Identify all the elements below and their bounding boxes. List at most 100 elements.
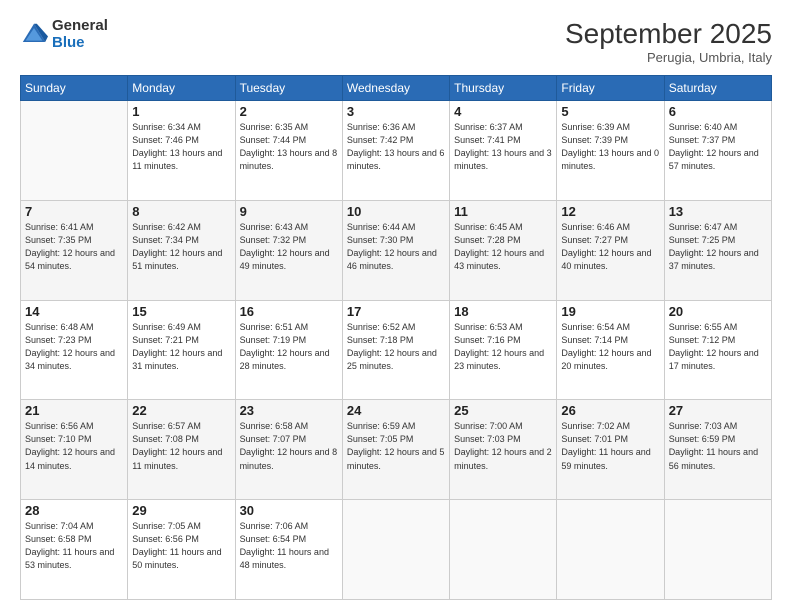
day-number: 17 <box>347 304 445 319</box>
table-row: 3 Sunrise: 6:36 AM Sunset: 7:42 PM Daylig… <box>342 101 449 201</box>
day-content: Sunrise: 6:52 AM Sunset: 7:18 PM Dayligh… <box>347 321 445 373</box>
col-monday: Monday <box>128 76 235 101</box>
day-number: 9 <box>240 204 338 219</box>
day-number: 15 <box>132 304 230 319</box>
day-number: 20 <box>669 304 767 319</box>
day-content: Sunrise: 6:51 AM Sunset: 7:19 PM Dayligh… <box>240 321 338 373</box>
day-number: 14 <box>25 304 123 319</box>
day-content: Sunrise: 6:36 AM Sunset: 7:42 PM Dayligh… <box>347 121 445 173</box>
table-row: 13 Sunrise: 6:47 AM Sunset: 7:25 PM Dayli… <box>664 200 771 300</box>
day-number: 2 <box>240 104 338 119</box>
calendar-week-row: 28 Sunrise: 7:04 AM Sunset: 6:58 PM Dayli… <box>21 500 772 600</box>
logo: General Blue <box>20 18 108 51</box>
table-row: 14Sunrise: 6:48 AM Sunset: 7:23 PM Dayli… <box>21 300 128 400</box>
day-number: 10 <box>347 204 445 219</box>
day-content: Sunrise: 7:06 AM Sunset: 6:54 PM Dayligh… <box>240 520 338 572</box>
table-row: 27 Sunrise: 7:03 AM Sunset: 6:59 PM Dayli… <box>664 400 771 500</box>
col-tuesday: Tuesday <box>235 76 342 101</box>
calendar-week-row: 7 Sunrise: 6:41 AM Sunset: 7:35 PM Daylig… <box>21 200 772 300</box>
calendar-week-row: 21 Sunrise: 6:56 AM Sunset: 7:10 PM Dayli… <box>21 400 772 500</box>
day-number: 18 <box>454 304 552 319</box>
day-number: 29 <box>132 503 230 518</box>
day-content: Sunrise: 6:55 AM Sunset: 7:12 PM Dayligh… <box>669 321 767 373</box>
table-row <box>557 500 664 600</box>
month-title: September 2025 <box>565 18 772 50</box>
day-number: 26 <box>561 403 659 418</box>
day-number: 21 <box>25 403 123 418</box>
day-content: Sunrise: 6:44 AM Sunset: 7:30 PM Dayligh… <box>347 221 445 273</box>
day-content: Sunrise: 7:03 AM Sunset: 6:59 PM Dayligh… <box>669 420 767 472</box>
day-content: Sunrise: 6:35 AM Sunset: 7:44 PM Dayligh… <box>240 121 338 173</box>
table-row: 20 Sunrise: 6:55 AM Sunset: 7:12 PM Dayli… <box>664 300 771 400</box>
day-number: 12 <box>561 204 659 219</box>
day-content: Sunrise: 6:45 AM Sunset: 7:28 PM Dayligh… <box>454 221 552 273</box>
logo-blue: Blue <box>52 35 108 52</box>
title-section: September 2025 Perugia, Umbria, Italy <box>565 18 772 65</box>
day-number: 22 <box>132 403 230 418</box>
day-content: Sunrise: 6:54 AM Sunset: 7:14 PM Dayligh… <box>561 321 659 373</box>
day-number: 19 <box>561 304 659 319</box>
day-number: 23 <box>240 403 338 418</box>
table-row: 23 Sunrise: 6:58 AM Sunset: 7:07 PM Dayli… <box>235 400 342 500</box>
day-number: 8 <box>132 204 230 219</box>
table-row: 11 Sunrise: 6:45 AM Sunset: 7:28 PM Dayli… <box>450 200 557 300</box>
table-row: 9 Sunrise: 6:43 AM Sunset: 7:32 PM Daylig… <box>235 200 342 300</box>
col-sunday: Sunday <box>21 76 128 101</box>
col-wednesday: Wednesday <box>342 76 449 101</box>
table-row: 15Sunrise: 6:49 AM Sunset: 7:21 PM Dayli… <box>128 300 235 400</box>
table-row: 30Sunrise: 7:06 AM Sunset: 6:54 PM Dayli… <box>235 500 342 600</box>
day-content: Sunrise: 6:56 AM Sunset: 7:10 PM Dayligh… <box>25 420 123 472</box>
logo-text: General Blue <box>52 18 108 51</box>
table-row: 8 Sunrise: 6:42 AM Sunset: 7:34 PM Daylig… <box>128 200 235 300</box>
table-row: 7 Sunrise: 6:41 AM Sunset: 7:35 PM Daylig… <box>21 200 128 300</box>
table-row <box>664 500 771 600</box>
day-number: 4 <box>454 104 552 119</box>
calendar-header-row: Sunday Monday Tuesday Wednesday Thursday… <box>21 76 772 101</box>
day-number: 1 <box>132 104 230 119</box>
day-number: 25 <box>454 403 552 418</box>
day-number: 6 <box>669 104 767 119</box>
day-content: Sunrise: 7:02 AM Sunset: 7:01 PM Dayligh… <box>561 420 659 472</box>
table-row: 6 Sunrise: 6:40 AM Sunset: 7:37 PM Daylig… <box>664 101 771 201</box>
table-row <box>450 500 557 600</box>
day-number: 13 <box>669 204 767 219</box>
day-content: Sunrise: 6:42 AM Sunset: 7:34 PM Dayligh… <box>132 221 230 273</box>
table-row: 25Sunrise: 7:00 AM Sunset: 7:03 PM Dayli… <box>450 400 557 500</box>
day-content: Sunrise: 6:57 AM Sunset: 7:08 PM Dayligh… <box>132 420 230 472</box>
day-number: 27 <box>669 403 767 418</box>
day-number: 11 <box>454 204 552 219</box>
logo-general: General <box>52 18 108 35</box>
calendar-week-row: 14Sunrise: 6:48 AM Sunset: 7:23 PM Dayli… <box>21 300 772 400</box>
day-content: Sunrise: 6:41 AM Sunset: 7:35 PM Dayligh… <box>25 221 123 273</box>
table-row: 28 Sunrise: 7:04 AM Sunset: 6:58 PM Dayli… <box>21 500 128 600</box>
day-content: Sunrise: 7:04 AM Sunset: 6:58 PM Dayligh… <box>25 520 123 572</box>
calendar-table: Sunday Monday Tuesday Wednesday Thursday… <box>20 75 772 600</box>
day-content: Sunrise: 6:34 AM Sunset: 7:46 PM Dayligh… <box>132 121 230 173</box>
table-row <box>342 500 449 600</box>
table-row: 5Sunrise: 6:39 AM Sunset: 7:39 PM Daylig… <box>557 101 664 201</box>
table-row: 18Sunrise: 6:53 AM Sunset: 7:16 PM Dayli… <box>450 300 557 400</box>
day-content: Sunrise: 6:40 AM Sunset: 7:37 PM Dayligh… <box>669 121 767 173</box>
calendar-week-row: 1 Sunrise: 6:34 AM Sunset: 7:46 PM Daylig… <box>21 101 772 201</box>
day-number: 28 <box>25 503 123 518</box>
day-number: 7 <box>25 204 123 219</box>
day-number: 5 <box>561 104 659 119</box>
table-row: 24 Sunrise: 6:59 AM Sunset: 7:05 PM Dayli… <box>342 400 449 500</box>
table-row: 1 Sunrise: 6:34 AM Sunset: 7:46 PM Daylig… <box>128 101 235 201</box>
table-row: 10 Sunrise: 6:44 AM Sunset: 7:30 PM Dayli… <box>342 200 449 300</box>
day-content: Sunrise: 6:47 AM Sunset: 7:25 PM Dayligh… <box>669 221 767 273</box>
day-number: 24 <box>347 403 445 418</box>
table-row: 21 Sunrise: 6:56 AM Sunset: 7:10 PM Dayli… <box>21 400 128 500</box>
table-row: 4Sunrise: 6:37 AM Sunset: 7:41 PM Daylig… <box>450 101 557 201</box>
day-content: Sunrise: 6:59 AM Sunset: 7:05 PM Dayligh… <box>347 420 445 472</box>
day-content: Sunrise: 6:58 AM Sunset: 7:07 PM Dayligh… <box>240 420 338 472</box>
col-saturday: Saturday <box>664 76 771 101</box>
logo-icon <box>20 21 48 49</box>
header: General Blue September 2025 Perugia, Umb… <box>20 18 772 65</box>
day-content: Sunrise: 6:43 AM Sunset: 7:32 PM Dayligh… <box>240 221 338 273</box>
table-row: 16Sunrise: 6:51 AM Sunset: 7:19 PM Dayli… <box>235 300 342 400</box>
day-number: 3 <box>347 104 445 119</box>
table-row: 2 Sunrise: 6:35 AM Sunset: 7:44 PM Daylig… <box>235 101 342 201</box>
page: General Blue September 2025 Perugia, Umb… <box>0 0 792 612</box>
table-row: 22 Sunrise: 6:57 AM Sunset: 7:08 PM Dayli… <box>128 400 235 500</box>
